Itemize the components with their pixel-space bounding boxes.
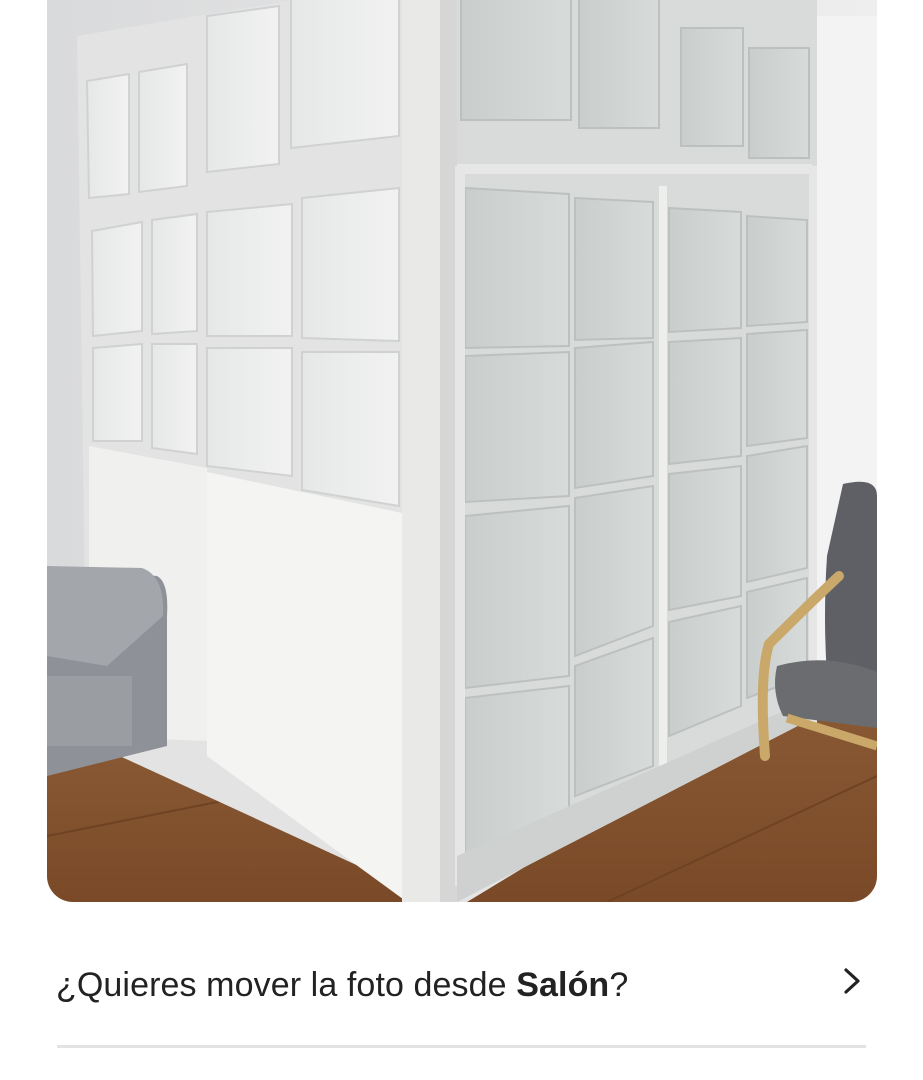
move-photo-question: ¿Quieres mover la foto desde Salón? xyxy=(56,966,628,1005)
room-photo-image xyxy=(47,0,877,902)
listing-photo[interactable] xyxy=(47,0,877,902)
prompt-text-before: ¿Quieres mover la foto desde xyxy=(56,966,517,1004)
divider xyxy=(57,1045,866,1048)
prompt-text-after: ? xyxy=(609,966,629,1004)
move-photo-prompt-row[interactable]: ¿Quieres mover la foto desde Salón? xyxy=(0,930,923,1040)
prompt-room-name: Salón xyxy=(516,966,610,1004)
chevron-right-icon[interactable] xyxy=(836,964,866,998)
